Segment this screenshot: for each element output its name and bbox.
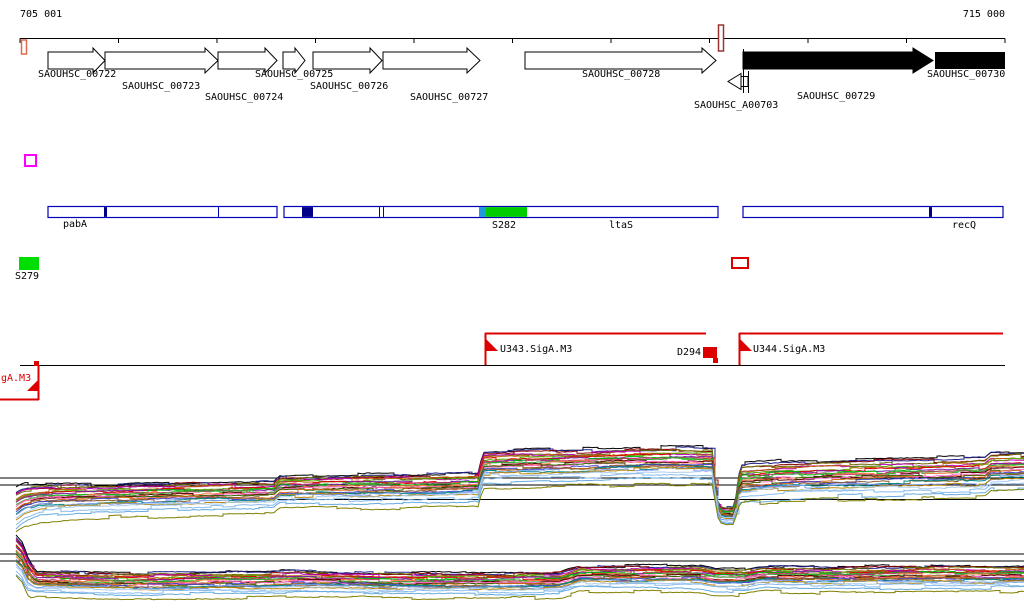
gene-arrow-reverse[interactable] [727,72,742,91]
region-feature[interactable] [104,207,107,217]
gene-label: SAOUHSC_00730 [927,69,1006,80]
gene-label: SAOUHSC_00722 [38,69,117,80]
ruler-marker-left[interactable] [20,39,28,55]
magenta-box[interactable] [24,154,37,167]
gene-label: SAOUHSC_00726 [310,81,389,92]
gene-arrow[interactable] [935,52,1005,69]
region-label: ltaS [609,220,634,231]
flag-square[interactable] [34,361,39,366]
gene-label: SAOUHSC_00727 [410,92,489,103]
legend-box-label: S279 [15,271,40,282]
flag-label: U343.SigA.M3 [500,344,573,355]
region-label: recQ [952,220,977,231]
flag-square[interactable] [703,347,717,358]
flag-label: U344.SigA.M3 [753,344,826,355]
gene-arrow[interactable] [742,47,934,74]
flag-triangle[interactable] [740,339,752,351]
ruler-marker-right[interactable] [717,24,725,52]
flag-square[interactable] [713,358,718,363]
region-label: S282 [492,220,517,231]
gene-label: SAOUHSC_00728 [582,69,661,80]
gene-label: SAOUHSC_00725 [255,69,334,80]
region-segment[interactable] [47,205,278,219]
green-box-s279[interactable] [19,257,39,270]
gene-label: SAOUHSC_A00703 [694,100,779,111]
region-feature[interactable] [302,207,313,217]
region-feature[interactable] [929,207,932,217]
red-box[interactable] [731,257,749,269]
gene-arrow[interactable] [104,46,219,75]
region-feature[interactable] [479,207,486,217]
region-feature[interactable] [486,207,527,217]
region-feature[interactable] [383,207,384,217]
region-segment[interactable] [742,205,1004,219]
region-feature[interactable] [379,207,380,217]
gene-label: SAOUHSC_00724 [205,92,284,103]
gene-arrow[interactable] [382,46,481,75]
flag-label: gA.M3 [1,373,32,384]
gene-label: SAOUHSC_00729 [797,91,876,102]
gene-arrow-reverse-body[interactable] [740,76,749,87]
flag-label: D294 [677,347,702,358]
region-feature[interactable] [218,207,219,217]
genome-browser-window: 705 001 715 000 SAOUHSC_00722 SAOUHSC_007… [0,0,1024,611]
flag-triangle[interactable] [486,339,498,351]
gene-label: SAOUHSC_00723 [122,81,201,92]
region-label: pabA [63,219,88,230]
